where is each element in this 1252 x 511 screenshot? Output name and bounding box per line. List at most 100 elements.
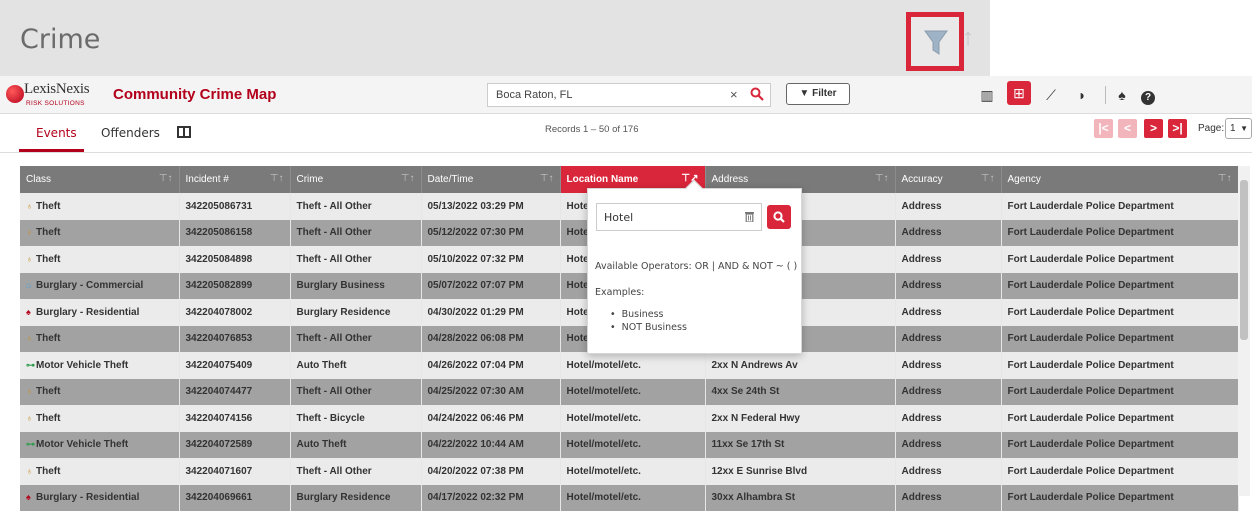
crime-class-icon: ♁ [26, 386, 36, 396]
sort-filter-icon[interactable]: ⊤↑ [1218, 173, 1232, 184]
page-label: Page: [1198, 123, 1224, 134]
sort-filter-icon[interactable]: ⊤↑ [270, 173, 284, 184]
bell-icon[interactable]: ♠ [1113, 86, 1131, 104]
column-header-crime[interactable]: Crime⊤↑ [290, 166, 421, 193]
table-row[interactable]: ♁Theft342204071607Theft - All Other04/20… [20, 458, 1238, 485]
cell-incident: 342204074477 [179, 379, 290, 406]
class-label: Burglary - Commercial [36, 280, 143, 291]
cell-agency: Fort Lauderdale Police Department [1001, 432, 1238, 459]
highlighted-filter-icon[interactable] [906, 12, 964, 71]
cell-datetime: 05/10/2022 07:32 PM [421, 246, 560, 273]
operators-hint: Available Operators: OR | AND & NOT ~ ( … [595, 261, 797, 272]
columns-icon[interactable] [177, 126, 191, 138]
table-row[interactable]: ♠Burglary - Residential342204069661Burgl… [20, 485, 1238, 511]
sort-filter-icon[interactable]: ⊤↑ [540, 173, 554, 184]
cell-address: 2xx N Andrews Av [705, 352, 895, 379]
table-row[interactable]: ⊶Motor Vehicle Theft342204075409Auto The… [20, 352, 1238, 379]
records-count: Records 1 – 50 of 176 [545, 124, 638, 135]
cell-address: 4xx Se 24th St [705, 379, 895, 406]
cell-class: ♠Burglary - Residential [20, 299, 179, 326]
prev-page-button[interactable]: < [1118, 119, 1137, 138]
search-icon[interactable] [750, 87, 764, 101]
cell-accuracy: Address [895, 299, 1001, 326]
table-scrollbar[interactable] [1238, 166, 1250, 496]
column-label: Location Name [567, 174, 639, 185]
chart-icon[interactable]: ⟋ [1042, 86, 1060, 104]
toolbar-divider [0, 152, 1252, 153]
page-select[interactable]: 1 ▼ [1225, 118, 1252, 139]
crime-class-icon: ♠ [26, 307, 36, 317]
search-icon [767, 205, 791, 229]
cell-accuracy: Address [895, 220, 1001, 247]
crime-class-icon: ♁ [26, 227, 36, 237]
cell-class: ⊶Motor Vehicle Theft [20, 352, 179, 379]
table-row[interactable]: ♁Theft342204074477Theft - All Other04/25… [20, 379, 1238, 406]
location-search-input[interactable] [488, 84, 708, 106]
sort-filter-icon[interactable]: ⊤↑ [159, 173, 173, 184]
cell-datetime: 05/12/2022 07:30 PM [421, 220, 560, 247]
class-label: Theft [36, 227, 60, 238]
examples-label: Examples: [595, 287, 644, 298]
logo-name: LexisNexis [24, 81, 89, 98]
cell-accuracy: Address [895, 246, 1001, 273]
cell-agency: Fort Lauderdale Police Department [1001, 193, 1238, 220]
cell-incident: 342205086158 [179, 220, 290, 247]
help-icon[interactable]: ? [1139, 86, 1157, 104]
class-label: Burglary - Residential [36, 307, 139, 318]
next-page-button[interactable]: > [1144, 119, 1163, 138]
cell-agency: Fort Lauderdale Police Department [1001, 379, 1238, 406]
cell-class: ♁Theft [20, 193, 179, 220]
filter-text-input[interactable] [597, 204, 737, 230]
column-header-accuracy[interactable]: Accuracy⊤↑ [895, 166, 1001, 193]
class-label: Theft [36, 466, 60, 477]
cell-agency: Fort Lauderdale Police Department [1001, 352, 1238, 379]
cell-accuracy: Address [895, 352, 1001, 379]
map-icon[interactable]: ▥ [978, 86, 996, 104]
crime-class-icon: ⌂ [26, 280, 36, 290]
crime-class-icon: ♁ [26, 413, 36, 423]
cell-class: ⊶Motor Vehicle Theft [20, 432, 179, 459]
shield-icon[interactable]: ◗ [1073, 86, 1091, 104]
cell-accuracy: Address [895, 432, 1001, 459]
column-header-datetime[interactable]: Date/Time⊤↑ [421, 166, 560, 193]
table-row[interactable]: ⊶Motor Vehicle Theft342204072589Auto The… [20, 432, 1238, 459]
funnel-icon: ▼ [799, 88, 809, 99]
cell-incident: 342204076853 [179, 326, 290, 353]
cell-crime: Burglary Residence [290, 299, 421, 326]
apply-filter-button[interactable] [767, 205, 791, 229]
location-filter-popover: Available Operators: OR | AND & NOT ~ ( … [587, 188, 802, 354]
table-row[interactable]: ♁Theft342204074156Theft - Bicycle04/24/2… [20, 405, 1238, 432]
app-title[interactable]: Community Crime Map [113, 86, 276, 103]
cell-datetime: 05/13/2022 03:29 PM [421, 193, 560, 220]
cell-datetime: 04/25/2022 07:30 AM [421, 379, 560, 406]
sort-filter-icon[interactable]: ⊤↑ [875, 173, 889, 184]
grid-icon[interactable]: ⊞ [1007, 81, 1031, 105]
crime-class-icon: ♠ [26, 492, 36, 502]
trash-icon[interactable] [745, 211, 754, 222]
cell-class: ♁Theft [20, 458, 179, 485]
cell-incident: 342205084898 [179, 246, 290, 273]
tab-offenders[interactable]: Offenders [101, 126, 160, 140]
crime-class-icon: ♁ [26, 201, 36, 211]
cell-datetime: 04/24/2022 06:46 PM [421, 405, 560, 432]
cell-class: ♁Theft [20, 379, 179, 406]
tab-events[interactable]: Events [36, 126, 77, 140]
cell-agency: Fort Lauderdale Police Department [1001, 485, 1238, 511]
column-label: Address [712, 174, 749, 185]
column-header-incident[interactable]: Incident #⊤↑ [179, 166, 290, 193]
last-page-button[interactable]: >| [1168, 119, 1187, 138]
sort-filter-icon[interactable]: ⊤↑ [401, 173, 415, 184]
clear-icon[interactable]: × [730, 87, 738, 102]
cell-agency: Fort Lauderdale Police Department [1001, 458, 1238, 485]
column-header-agency[interactable]: Agency⊤↑ [1001, 166, 1238, 193]
cell-class: ♠Burglary - Residential [20, 485, 179, 511]
column-header-class[interactable]: Class⊤↑ [20, 166, 179, 193]
cell-incident: 342204075409 [179, 352, 290, 379]
first-page-button[interactable]: |< [1094, 119, 1113, 138]
filter-button[interactable]: ▼ Filter [786, 83, 850, 105]
class-label: Theft [36, 386, 60, 397]
sort-filter-icon[interactable]: ⊤↑ [981, 173, 995, 184]
cell-address: 12xx E Sunrise Blvd [705, 458, 895, 485]
crime-class-icon: ♁ [26, 254, 36, 264]
scrollbar-thumb[interactable] [1240, 180, 1248, 340]
